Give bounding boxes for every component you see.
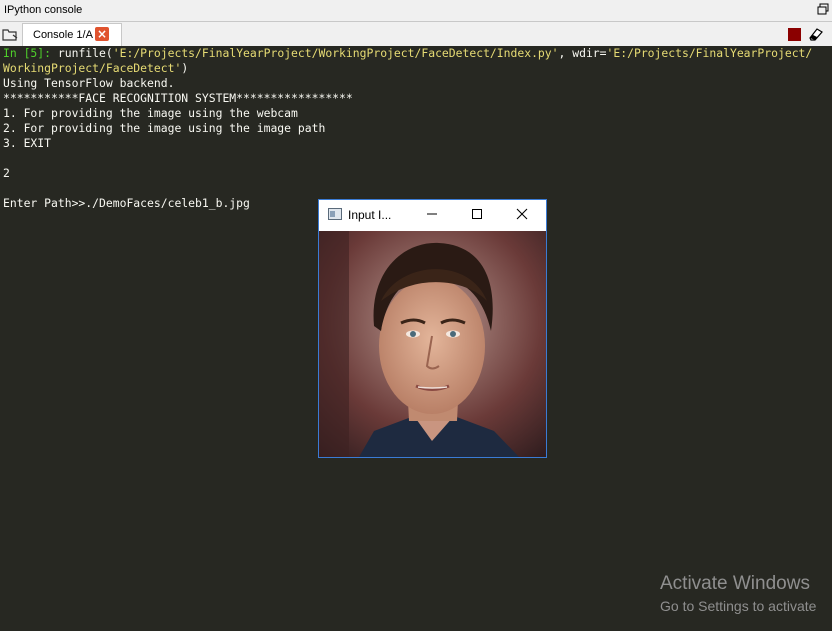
wdir-path-part1: 'E:/Projects/FinalYearProject/ [606, 46, 813, 60]
wdir-arg: , wdir= [558, 46, 607, 60]
clear-console-icon[interactable] [808, 27, 824, 41]
watermark-subtitle: Go to Settings to activate [660, 598, 817, 614]
user-choice: 2 [3, 166, 10, 180]
script-path: 'E:/Projects/FinalYearProject/WorkingPro… [112, 46, 559, 60]
activate-windows-watermark: Activate Windows Go to Settings to activ… [660, 573, 816, 614]
tab-close-icon[interactable]: × [95, 27, 109, 41]
wdir-path-part2: WorkingProject/FaceDetect' [3, 61, 182, 75]
menu-option-3: 3. EXIT [3, 136, 52, 150]
input-prompt: In [5]: [3, 46, 52, 60]
folder-icon[interactable] [2, 26, 18, 42]
image-window-title: Input I... [348, 208, 392, 222]
panel-titlebar: IPython console [0, 0, 832, 22]
panel-title: IPython console [4, 4, 83, 16]
console-tabbar: Console 1/A × [0, 22, 832, 46]
face-photo [319, 231, 546, 457]
close-paren: ) [181, 61, 189, 75]
close-icon[interactable] [512, 206, 532, 222]
input-image-window[interactable]: Input I... [318, 199, 547, 458]
menu-option-1: 1. For providing the image using the web… [3, 106, 298, 120]
maximize-icon[interactable] [467, 206, 487, 222]
tab-console[interactable]: Console 1/A × [22, 23, 122, 46]
menu-option-2: 2. For providing the image using the ima… [3, 121, 326, 135]
system-banner: ***********FACE RECOGNITION SYSTEM******… [3, 91, 353, 105]
runfile-call: runfile( [51, 46, 113, 60]
undock-icon[interactable] [817, 3, 829, 15]
stop-icon[interactable] [788, 28, 801, 41]
path-entry: Enter Path>>./DemoFaces/celeb1_b.jpg [3, 196, 250, 210]
tab-label: Console 1/A [33, 29, 93, 41]
console-text: In [5]: runfile('E:/Projects/FinalYearPr… [0, 46, 832, 211]
backend-message: Using TensorFlow backend. [3, 76, 175, 90]
watermark-title: Activate Windows [660, 573, 810, 594]
image-window-titlebar[interactable]: Input I... [319, 200, 546, 231]
minimize-icon[interactable] [422, 206, 442, 222]
app-icon [328, 208, 342, 220]
